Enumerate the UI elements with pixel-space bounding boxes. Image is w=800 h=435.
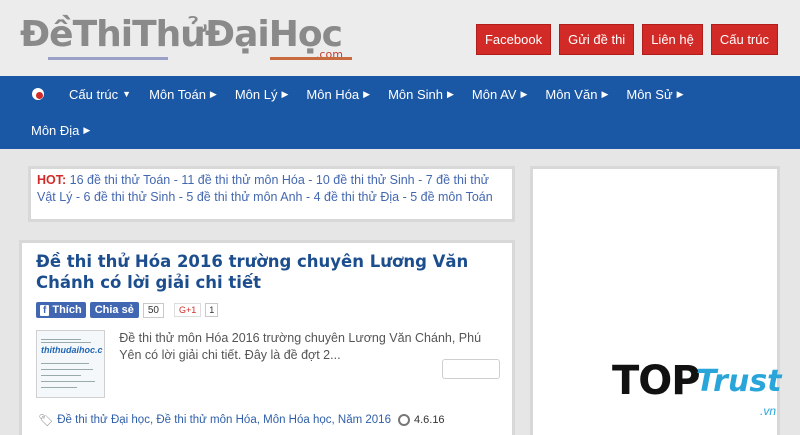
chevron-right-icon: ▶ (281, 88, 289, 99)
watermark-vn: .vn (760, 404, 777, 418)
gplus-count: 1 (205, 303, 219, 317)
nav-item-physics[interactable]: Môn Lý ▶ (226, 87, 298, 102)
chevron-right-icon: ▶ (601, 88, 609, 99)
chevron-right-icon: ▶ (447, 88, 454, 99)
chevron-right-icon: ▶ (363, 88, 371, 99)
post-meta: 🏷 Đề thi thử Đại học, Đề thi thử môn Hóa… (38, 413, 445, 427)
thumbnail-caption: thithudaihoc.c (41, 345, 103, 355)
chevron-right-icon: ▶ (209, 88, 217, 99)
chevron-right-icon: ▶ (83, 124, 91, 135)
site-logo[interactable]: ĐềThiThửĐạiHọc .com (20, 14, 352, 61)
hot-links[interactable]: 16 đề thi thử Toán - 11 đề thi thử môn H… (37, 173, 493, 204)
submit-exam-button[interactable]: Gửi đề thi (559, 24, 635, 55)
facebook-like-button[interactable]: f Thích (36, 302, 86, 318)
facebook-icon: f (40, 304, 50, 316)
post-tags[interactable]: Đề thi thử Đại học, Đề thi thử môn Hóa, … (57, 414, 391, 426)
nav-item-structure[interactable]: Cấu trúc ▼ (60, 87, 140, 102)
nav-item-english[interactable]: Môn AV ▶ (463, 87, 536, 102)
facebook-button[interactable]: Facebook (475, 24, 552, 55)
watermark-top: TOP (612, 358, 701, 404)
nav-item-history[interactable]: Môn Sử ▶ (617, 87, 692, 102)
logo-underline (270, 57, 352, 60)
structure-button[interactable]: Cấu trúc (710, 24, 778, 55)
post-title[interactable]: Đề thi thử Hóa 2016 trường chuyên Lương … (36, 251, 498, 293)
post-date: 4.6.16 (413, 414, 445, 426)
nav-item-geography[interactable]: Môn Địa ▶ (22, 123, 99, 138)
home-icon[interactable] (30, 86, 46, 102)
watermark-logo: TOP Trust .vn (612, 358, 782, 418)
logo-text: ĐềThiThửĐạiHọc (20, 14, 343, 55)
share-count: 50 (142, 302, 164, 318)
chevron-right-icon: ▶ (520, 88, 528, 99)
header-buttons: Facebook Gửi đề thi Liên hệ Cấu trúc (475, 24, 778, 55)
chevron-down-icon: ▼ (122, 89, 132, 99)
clock-icon (397, 414, 410, 426)
chevron-right-icon: ▶ (676, 88, 684, 99)
logo-underline (48, 57, 168, 60)
post-body: thithudaihoc.c Đề thi thử môn Hóa 2016 t… (36, 330, 498, 398)
nav-item-biology[interactable]: Môn Sinh ▶ (379, 87, 463, 102)
contact-button[interactable]: Liên hệ (642, 24, 703, 55)
main-nav: Cấu trúc ▼ Môn Toán ▶ Môn Lý ▶ Môn Hóa ▶ Môn… (0, 76, 800, 149)
nav-item-math[interactable]: Môn Toán ▶ (140, 87, 226, 102)
nav-item-literature[interactable]: Môn Văn ▶ (536, 87, 617, 102)
tag-icon: 🏷 (38, 413, 54, 427)
nav-item-chemistry[interactable]: Môn Hóa ▶ (297, 87, 379, 102)
nav-row: Môn Địa ▶ (0, 112, 800, 148)
read-more-button[interactable] (442, 359, 500, 379)
nav-row: Cấu trúc ▼ Môn Toán ▶ Môn Lý ▶ Môn Hóa ▶ Môn… (0, 76, 800, 112)
gplus-button[interactable]: G+1 (173, 303, 202, 317)
site-header: ĐềThiThửĐạiHọc .com Facebook Gửi đề thi … (0, 0, 800, 76)
watermark-trust: Trust (696, 364, 782, 399)
social-bar: f Thích Chia sẻ 50 G+1 1 (36, 302, 498, 318)
facebook-share-button[interactable]: Chia sẻ (89, 302, 139, 318)
post-thumbnail[interactable]: thithudaihoc.c (36, 330, 106, 398)
post-card: Đề thi thử Hóa 2016 trường chuyên Lương … (19, 240, 515, 435)
hot-news-box: HOT: 16 đề thi thử Toán - 11 đề thi thử … (28, 166, 515, 222)
hot-label: HOT: (37, 173, 67, 187)
